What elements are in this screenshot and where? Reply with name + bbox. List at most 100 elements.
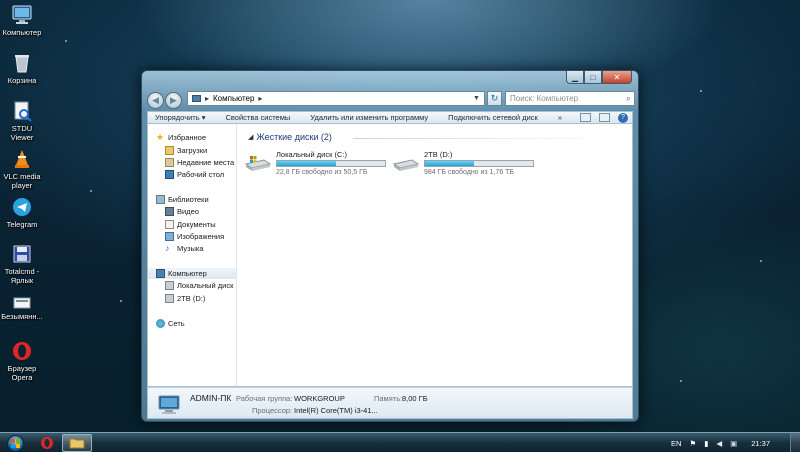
speaker-icon[interactable]: ◀ xyxy=(716,439,722,448)
drive-name: 2TB (D:) xyxy=(424,150,453,159)
uninstall-program-button[interactable]: Удалить или изменить программу xyxy=(300,113,438,122)
nav-label: Рабочий стол xyxy=(177,170,225,179)
maximize-button[interactable]: □ xyxy=(584,71,602,84)
desktop-icon-untitled[interactable]: Безымянн... xyxy=(0,296,44,321)
drive-free-space: 22,8 ГБ свободно из 50,5 ГБ xyxy=(276,169,368,176)
desktop-icon-totalcmd[interactable]: Totalcmd - Ярлык xyxy=(0,243,44,285)
desktop-icon-computer[interactable]: Компьютер xyxy=(0,4,44,37)
desktop-icon-label: Компьютер xyxy=(2,28,42,37)
organize-button[interactable]: Упорядочить ▾ xyxy=(148,113,215,122)
back-button[interactable]: ◀ xyxy=(147,91,164,109)
system-tray: EN ⚑ ▮ ◀ ▣ 21:37 xyxy=(671,433,800,452)
video-icon xyxy=(165,207,174,216)
group-divider xyxy=(353,138,622,139)
drive-free-space: 984 ГБ свободно из 1,76 ТБ xyxy=(424,169,515,176)
nav-music[interactable]: ♪ Музыка xyxy=(165,243,204,254)
clock[interactable]: 21:37 xyxy=(751,439,770,448)
nav-recent[interactable]: Недавние места xyxy=(165,157,234,168)
preview-pane-icon[interactable] xyxy=(599,113,610,122)
network-icon xyxy=(156,319,165,328)
drive-usage-fill xyxy=(425,161,474,166)
nav-label: Локальный диск (C xyxy=(177,281,237,290)
nav-desktop[interactable]: Рабочий стол xyxy=(165,169,224,180)
nav-downloads[interactable]: Загрузки xyxy=(165,145,207,156)
recent-places-icon xyxy=(165,158,174,167)
taskbar-opera[interactable] xyxy=(32,434,62,452)
computer-name: ADMIN-ПК xyxy=(190,393,232,403)
desktop-folder-icon xyxy=(165,170,174,179)
hard-drives-group-header[interactable]: ◢ Жесткие диски (2) xyxy=(248,132,332,142)
navigation-bar: ◀ ▶ ▸ Компьютер ▸ ▼ ↻ Поиск: Компьютер ⌕ xyxy=(147,89,635,111)
nav-label: Библиотеки xyxy=(168,195,209,204)
drive-usage-bar xyxy=(424,160,534,167)
floppy-disk-icon xyxy=(11,243,33,265)
map-network-drive-button[interactable]: Подключить сетевой диск xyxy=(438,113,548,122)
close-button[interactable]: ✕ xyxy=(602,71,632,84)
windows-drive-icon xyxy=(244,154,272,174)
network-status-icon[interactable]: ▮ xyxy=(704,439,708,448)
collapse-triangle-icon: ◢ xyxy=(248,134,254,141)
window-controls: ▁ □ ✕ xyxy=(566,71,632,84)
language-indicator[interactable]: EN xyxy=(671,439,681,448)
search-input[interactable]: Поиск: Компьютер ⌕ xyxy=(505,91,635,106)
taskbar-explorer[interactable] xyxy=(62,434,92,452)
address-bar[interactable]: ▸ Компьютер ▸ ▼ xyxy=(187,91,485,106)
nav-video[interactable]: Видео xyxy=(165,206,199,217)
action-center-flag-icon[interactable]: ⚑ xyxy=(689,439,696,448)
navigation-pane: ★ Избранное Загрузки Недавние места Рабо… xyxy=(148,124,237,386)
cpu-label: Процессор: xyxy=(252,406,293,415)
start-button[interactable] xyxy=(4,433,26,452)
tray-app-icon[interactable]: ▣ xyxy=(730,439,737,448)
computer-small-icon xyxy=(192,95,201,102)
nav-computer[interactable]: Компьютер xyxy=(148,268,236,279)
pictures-icon xyxy=(165,232,174,241)
opera-icon xyxy=(41,437,53,449)
hard-drive-icon xyxy=(165,281,174,290)
library-icon xyxy=(156,195,165,204)
opera-icon xyxy=(11,340,33,362)
change-view-icon[interactable] xyxy=(580,113,591,122)
explorer-window: ▁ □ ✕ ◀ ▶ ▸ Компьютер ▸ ▼ ↻ Поиск: Компь… xyxy=(141,70,639,422)
stdu-viewer-icon xyxy=(11,100,33,122)
image-file-icon xyxy=(11,296,33,310)
show-desktop-button[interactable] xyxy=(790,433,800,452)
nav-favorites[interactable]: ★ Избранное xyxy=(156,132,206,143)
memory-value: 8,00 ГБ xyxy=(402,394,428,403)
nav-network[interactable]: Сеть xyxy=(156,318,185,329)
breadcrumb-separator: ▸ xyxy=(258,94,263,103)
chevron-down-icon[interactable]: ▼ xyxy=(471,93,482,104)
desktop-icon-recycle-bin[interactable]: Корзина xyxy=(0,52,44,85)
breadcrumb-computer[interactable]: Компьютер xyxy=(213,94,254,103)
desktop-icon-stdu-viewer[interactable]: STDU Viewer xyxy=(0,100,44,142)
desktop-icon-opera[interactable]: Браузер Opera xyxy=(0,340,44,382)
drive-usage-bar xyxy=(276,160,386,167)
nav-drive-d[interactable]: 2TB (D:) xyxy=(165,293,205,304)
nav-documents[interactable]: Документы xyxy=(165,219,216,230)
breadcrumb-separator: ▸ xyxy=(205,94,210,103)
nav-libraries[interactable]: Библиотеки xyxy=(156,194,209,205)
nav-local-disk-c[interactable]: Локальный диск (C xyxy=(165,280,237,291)
help-icon[interactable]: ? xyxy=(618,112,628,123)
desktop-icon-vlc[interactable]: VLC media player xyxy=(0,148,44,190)
hard-drive-icon xyxy=(165,294,174,303)
computer-icon xyxy=(158,393,180,415)
drive-item[interactable]: 2TB (D:) 984 ГБ свободно из 1,76 ТБ xyxy=(392,150,542,180)
telegram-icon xyxy=(11,196,33,218)
drive-item[interactable]: Локальный диск (C:) 22,8 ГБ свободно из … xyxy=(244,150,394,180)
desktop-icon-label: Корзина xyxy=(7,76,37,85)
documents-icon xyxy=(165,220,174,229)
group-title: Жесткие диски (2) xyxy=(256,132,332,142)
more-commands-button[interactable]: » xyxy=(548,113,572,122)
nav-pictures[interactable]: Изображения xyxy=(165,231,224,242)
desktop-icon-telegram[interactable]: Telegram xyxy=(0,196,44,229)
nav-label: Документы xyxy=(177,220,216,229)
forward-button[interactable]: ▶ xyxy=(165,91,182,109)
refresh-button[interactable]: ↻ xyxy=(487,91,502,106)
search-icon: ⌕ xyxy=(625,93,631,103)
drive-name: Локальный диск (C:) xyxy=(276,150,347,159)
minimize-button[interactable]: ▁ xyxy=(566,71,584,84)
system-properties-button[interactable]: Свойства системы xyxy=(215,113,300,122)
folder-icon xyxy=(69,438,85,449)
taskbar: EN ⚑ ▮ ◀ ▣ 21:37 xyxy=(0,432,800,452)
recycle-bin-icon xyxy=(11,52,33,74)
